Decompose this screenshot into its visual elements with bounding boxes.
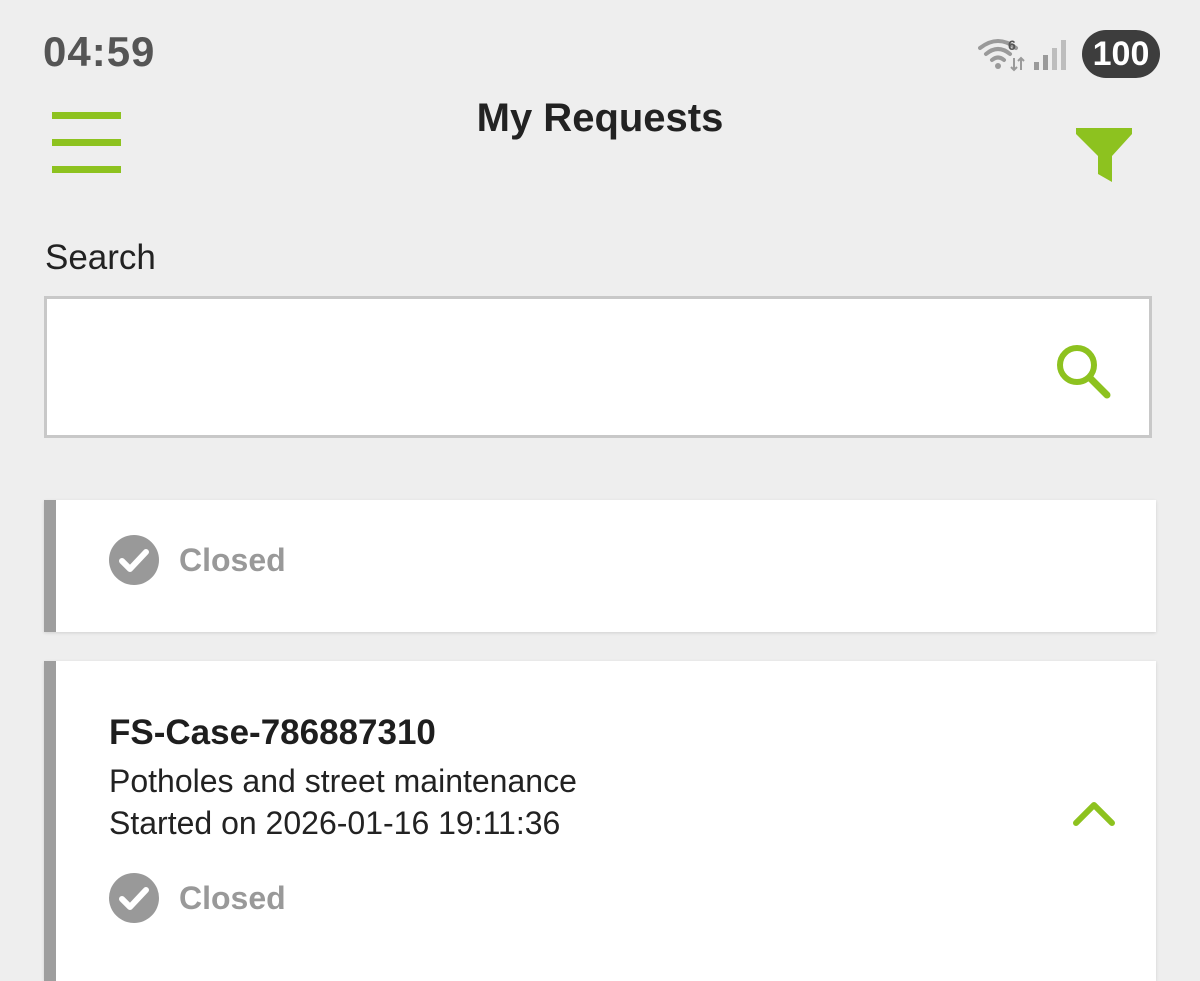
request-status: Closed [109,535,286,585]
check-circle-icon [109,535,159,585]
page-title: My Requests [476,96,724,140]
request-status-text: Closed [179,541,286,578]
filter-funnel-icon[interactable] [1074,126,1134,184]
card-status-stripe [44,500,56,632]
wifi-badge: 6 [1008,37,1016,53]
request-category: Potholes and street maintenance [109,763,577,799]
wifi-icon: 6 [978,37,1025,72]
request-status-text: Closed [179,879,286,916]
search-input[interactable] [67,319,1031,417]
menu-bar-bottom [52,166,121,173]
cell-signal-icon [1034,40,1066,70]
check-circle-icon [109,873,159,923]
request-started-date: Started on 2026-01-16 19:11:36 [109,805,561,841]
battery-level: 100 [1082,30,1160,78]
search-box [44,296,1152,438]
request-card[interactable]: Closed [44,500,1156,632]
status-bar: 04:59 6 100 [0,0,1200,100]
request-status: Closed [109,873,286,923]
status-time: 04:59 [43,28,156,75]
chevron-up-icon[interactable] [1072,799,1116,829]
search-icon[interactable] [1055,343,1113,401]
search-label: Search [45,238,156,277]
request-case-id: FS-Case-786887310 [109,713,436,752]
card-status-stripe [44,661,56,981]
request-card[interactable]: FS-Case-786887310 Potholes and street ma… [44,661,1156,981]
